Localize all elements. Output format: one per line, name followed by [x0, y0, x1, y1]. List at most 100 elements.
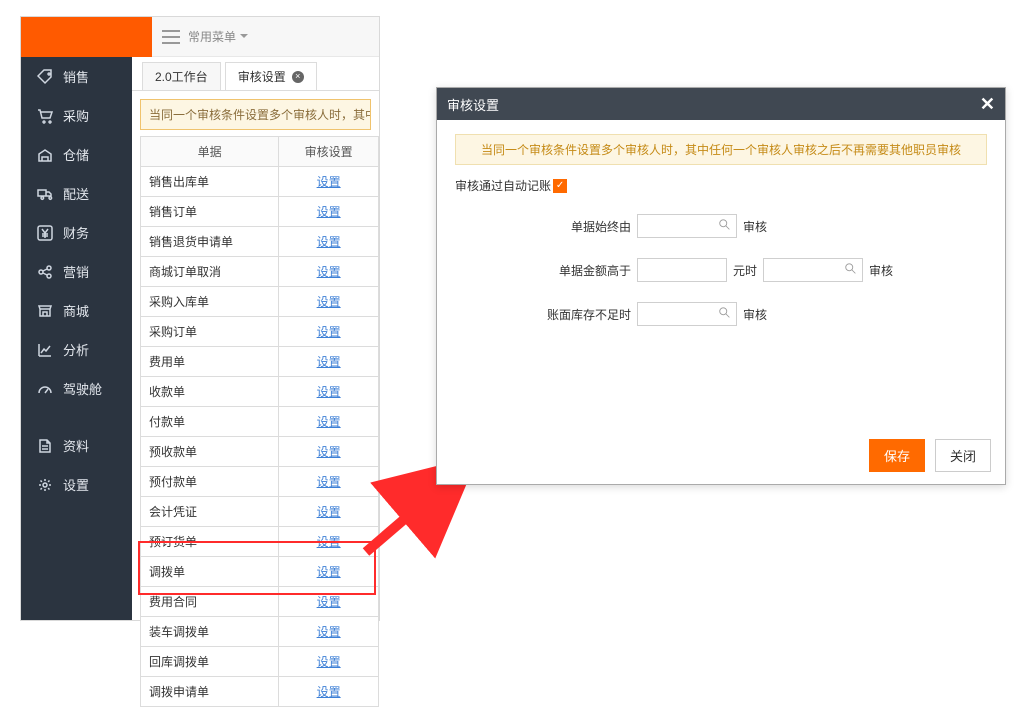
sidebar-item-label: 驾驶舱 [63, 379, 102, 398]
table-row: 销售出库单 设置 [141, 167, 379, 197]
doc-name-cell: 费用合同 [141, 587, 279, 617]
field-suffix: 审核 [869, 262, 893, 279]
doc-name-cell: 费用单 [141, 347, 279, 377]
dashboard-icon [37, 381, 53, 397]
configure-link[interactable]: 设置 [317, 595, 341, 609]
tag-icon [37, 69, 53, 85]
sidebar-item-label: 营销 [63, 262, 89, 281]
doc-name-cell: 会计凭证 [141, 497, 279, 527]
close-icon[interactable]: ✕ [980, 94, 995, 115]
settings-table: 单据 审核设置 销售出库单设置销售订单设置销售退货申请单设置商城订单取消设置采购… [140, 136, 379, 707]
doc-name-cell: 销售订单 [141, 197, 279, 227]
doc-name-cell: 销售出库单 [141, 167, 279, 197]
table-row: 预订货单设置 [141, 527, 379, 557]
save-button[interactable]: 保存 [869, 439, 925, 472]
tab-audit-settings[interactable]: 审核设置 × [225, 62, 317, 90]
sidebar-item-docs[interactable]: 资料 [21, 426, 132, 465]
configure-link[interactable]: 设置 [317, 685, 341, 699]
checkbox-checked-icon[interactable]: ✓ [553, 179, 567, 193]
sidebar-item-warehouse[interactable]: 仓储 [21, 135, 132, 174]
amount-unit: 元时 [733, 262, 757, 279]
dialog-body: 当同一个审核条件设置多个审核人时，其中任何一个审核人审核之后不再需要其他职员审核… [437, 120, 1005, 340]
doc-name-cell: 销售退货申请单 [141, 227, 279, 257]
configure-link[interactable]: 设置 [317, 205, 341, 219]
table-row: 装车调拨单设置 [141, 617, 379, 647]
store-icon [37, 303, 53, 319]
table-row: 销售订单 设置 [141, 197, 379, 227]
close-icon[interactable]: × [292, 71, 304, 83]
action-cell: 设置 [279, 377, 379, 407]
action-cell: 设置 [279, 587, 379, 617]
configure-link[interactable]: 设置 [317, 505, 341, 519]
sidebar-item-delivery[interactable]: 配送 [21, 174, 132, 213]
configure-link[interactable]: 设置 [317, 655, 341, 669]
common-menu-dropdown[interactable]: 常用菜单 [188, 28, 248, 45]
search-icon [718, 218, 732, 232]
doc-name-cell: 回库调拨单 [141, 647, 279, 677]
table-row: 调拨单 设置 [141, 557, 379, 587]
amount-threshold-input[interactable] [637, 258, 727, 282]
table-row: 调拨申请单 设置 [141, 677, 379, 707]
doc-name-cell: 调拨申请单 [141, 677, 279, 707]
search-icon [718, 306, 732, 320]
configure-link[interactable]: 设置 [317, 295, 341, 309]
configure-link[interactable]: 设置 [317, 445, 341, 459]
action-cell: 设置 [279, 647, 379, 677]
tab-workbench[interactable]: 2.0工作台 [142, 62, 221, 90]
table-row: 采购入库单设置 [141, 287, 379, 317]
topbar: 常用菜单 [152, 17, 379, 57]
configure-link[interactable]: 设置 [317, 265, 341, 279]
configure-link[interactable]: 设置 [317, 475, 341, 489]
sidebar-item-sales[interactable]: 销售 [21, 57, 132, 96]
action-cell: 设置 [279, 437, 379, 467]
sidebar-item-label: 采购 [63, 106, 89, 125]
sidebar-item-label: 分析 [63, 340, 89, 359]
doc-name-cell: 采购订单 [141, 317, 279, 347]
configure-link[interactable]: 设置 [317, 355, 341, 369]
chart-icon [37, 342, 53, 358]
sidebar-item-purchase[interactable]: 采购 [21, 96, 132, 135]
stock-approver-lookup-input[interactable] [637, 302, 737, 326]
approver-lookup-input[interactable] [637, 214, 737, 238]
sidebar-item-cockpit[interactable]: 驾驶舱 [21, 369, 132, 408]
sidebar-item-mall[interactable]: 商城 [21, 291, 132, 330]
doc-name-cell: 调拨单 [141, 557, 279, 587]
amount-approver-lookup-input[interactable] [763, 258, 863, 282]
action-cell: 设置 [279, 407, 379, 437]
configure-link[interactable]: 设置 [317, 385, 341, 399]
gear-icon [37, 477, 53, 493]
configure-link[interactable]: 设置 [317, 235, 341, 249]
dialog-footer: 保存 关闭 [869, 439, 991, 472]
auto-post-checkbox-row: 审核通过自动记账 ✓ [455, 177, 987, 194]
tabs: 2.0工作台 审核设置 × [132, 57, 379, 91]
dialog-header: 审核设置 ✕ [437, 88, 1005, 120]
action-cell: 设置 [279, 227, 379, 257]
doc-name-cell: 预付款单 [141, 467, 279, 497]
sidebar-item-settings[interactable]: 设置 [21, 465, 132, 504]
configure-link[interactable]: 设置 [317, 175, 341, 189]
close-button[interactable]: 关闭 [935, 439, 991, 472]
configure-link[interactable]: 设置 [317, 325, 341, 339]
action-cell: 设置 [279, 257, 379, 287]
form-row-amount: 单据金额高于 元时 审核 [545, 258, 987, 282]
table-row: 预付款单 设置 [141, 467, 379, 497]
table-row: 销售退货申请单 设置 [141, 227, 379, 257]
menu-toggle-icon[interactable] [162, 30, 180, 44]
sidebar-item-label: 设置 [63, 475, 89, 494]
dialog-warning: 当同一个审核条件设置多个审核人时，其中任何一个审核人审核之后不再需要其他职员审核 [455, 134, 987, 165]
table-header-doc: 单据 [141, 137, 279, 167]
configure-link[interactable]: 设置 [317, 535, 341, 549]
doc-name-cell: 装车调拨单 [141, 617, 279, 647]
sidebar-item-finance[interactable]: 财务 [21, 213, 132, 252]
action-cell: 设置 [279, 467, 379, 497]
doc-name-cell: 收款单 [141, 377, 279, 407]
sidebar-item-analysis[interactable]: 分析 [21, 330, 132, 369]
configure-link[interactable]: 设置 [317, 415, 341, 429]
field-suffix: 审核 [743, 306, 767, 323]
sidebar-item-marketing[interactable]: 营销 [21, 252, 132, 291]
table-row: 收款单 设置 [141, 377, 379, 407]
dialog-title: 审核设置 [447, 95, 499, 114]
form-row-always-by: 单据始终由 审核 [545, 214, 987, 238]
configure-link[interactable]: 设置 [317, 565, 341, 579]
sidebar-item-label: 商城 [63, 301, 89, 320]
